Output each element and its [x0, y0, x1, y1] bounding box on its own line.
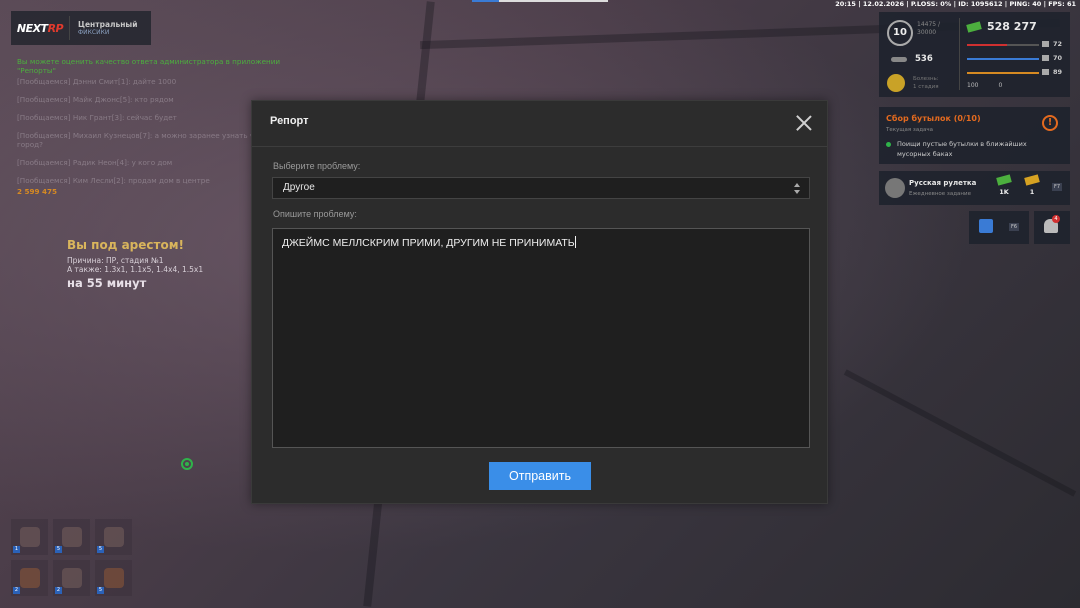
cash-icon [966, 20, 982, 33]
illness-status: Болезнь: 1 стадия [887, 74, 939, 92]
problem-label: Выберите проблему: [273, 161, 361, 171]
server-logo: NEXTRP Центральный ФИКСИКИ [11, 11, 151, 45]
chat-line: [Пообщаемся] Радик Неон[4]: у кого дом [17, 158, 173, 167]
hunger-bar [967, 58, 1039, 60]
send-button[interactable]: Отправить [489, 462, 591, 490]
problem-select[interactable]: Другое [272, 177, 810, 199]
car-icon [891, 56, 907, 62]
task-title: Сбор бутылок (0/10) [886, 114, 981, 123]
calendar-icon [979, 219, 993, 233]
inventory-slot[interactable]: 1 [11, 519, 48, 555]
hunger-value: 70 [1041, 54, 1062, 62]
server-sub: ФИКСИКИ [78, 29, 110, 36]
stamina-bar [967, 72, 1039, 74]
health-value: 72 [1041, 40, 1062, 48]
alert-icon: ! [1042, 115, 1058, 131]
server-name: Центральный [78, 20, 138, 29]
health-bar [967, 44, 1039, 46]
problem-select-value: Другое [283, 182, 315, 193]
task-description: Поищи пустые бутылки в ближайших мусорны… [886, 139, 1057, 159]
chat-line: [Пообщаемся] Ким Лесли[2]: продам дом в … [17, 176, 210, 185]
current-task-panel[interactable]: Сбор бутылок (0/10) Текущая задача Поищи… [879, 107, 1070, 164]
problem-description-text: ДЖЕЙМС МЕЛЛСКРИМ ПРИМИ, ДРУГИМ НЕ ПРИНИМ… [282, 237, 575, 249]
inventory-slot[interactable]: 5 [95, 519, 132, 555]
task-subtitle: Текущая задача [886, 127, 934, 133]
chat-line: 2 599 475 [17, 187, 58, 196]
stamina-value: 89 [1041, 68, 1062, 76]
text-caret [574, 236, 576, 248]
notification-badge: 4 [1052, 215, 1060, 223]
prize-money: 1K [994, 174, 1014, 196]
inventory-slot[interactable]: 2 [11, 560, 48, 596]
chat-line: [Пообщаемся] Михаил Кузнецов[7]: а можно… [17, 131, 274, 149]
inventory-slot[interactable]: 5 [95, 560, 132, 596]
armor-value: 100 [967, 82, 979, 89]
arrest-notice: Вы под арестом! Причина: ПР, стадия №1 А… [67, 238, 203, 290]
heartbeat-icon [1041, 41, 1049, 47]
ticket-icon [1024, 174, 1040, 186]
prize-ticket: 1 [1022, 174, 1042, 196]
world-beam [843, 369, 1077, 497]
map-marker-icon [181, 458, 193, 470]
dialog-header: Репорт [252, 101, 827, 147]
chat-line: [Пообщаемся] Дэнни Смит[1]: дайте 1000 [17, 77, 177, 86]
arrest-reason: Причина: ПР, стадия №1 [67, 256, 164, 265]
problem-description-input[interactable]: ДЖЕЙМС МЕЛЛСКРИМ ПРИМИ, ДРУГИМ НЕ ПРИНИМ… [272, 228, 810, 448]
close-icon[interactable] [795, 114, 813, 132]
chat-line: Вы можете оценить качество ответа админи… [17, 57, 281, 75]
xp-counter: 14475 /30000 [917, 21, 941, 36]
report-dialog: Репорт Выберите проблему: Другое Опишите… [251, 100, 828, 504]
strength-icon [1041, 69, 1049, 75]
brand-logo: NEXTRP [16, 21, 64, 35]
arrest-duration: на 55 минут [67, 276, 147, 290]
roulette-title: Русская рулетка [909, 179, 977, 187]
roulette-icon [885, 178, 905, 198]
daily-task-panel[interactable]: Русская рулетка Ежедневное задание 1K 1 … [879, 171, 1070, 205]
inventory-slot[interactable]: 2 [53, 560, 90, 596]
roulette-subtitle: Ежедневное задание [909, 191, 971, 197]
money-display: 528 277 [966, 20, 1037, 33]
notifications-button[interactable]: 4 [1034, 211, 1070, 244]
describe-label: Опишите проблему: [273, 209, 357, 219]
hotkey-label: F6 [1009, 223, 1020, 231]
chat-log: Вы можете оценить качество ответа админи… [17, 57, 282, 205]
chat-line: [Пообщаемся] Майк Джонс[5]: кто рядом [17, 95, 174, 104]
server-label: Центральный ФИКСИКИ [69, 16, 137, 40]
select-arrows-icon [794, 183, 801, 195]
top-progress-bar [472, 0, 608, 2]
divider [959, 18, 960, 90]
cash-icon [996, 174, 1012, 186]
player-stats-panel: 10 14475 /30000 528 277 536 Болезнь: 1 ст… [879, 12, 1070, 97]
extra-stats: 100 0 [967, 82, 1002, 89]
dialog-title: Репорт [270, 115, 309, 127]
inventory-slot[interactable]: 5 [53, 519, 90, 555]
skull-icon [887, 74, 905, 92]
shield-value: 0 [998, 82, 1003, 89]
level-badge: 10 [887, 20, 913, 46]
food-icon [1041, 55, 1049, 61]
hotkey-label: F7 [1052, 183, 1063, 191]
cars-counter: 536 [891, 54, 933, 64]
arrest-title: Вы под арестом! [67, 238, 184, 252]
chat-line: [Пообщаемся] Ник Грант[3]: сейчас будет [17, 113, 177, 122]
quick-inventory: 1 5 5 2 2 5 [11, 519, 132, 596]
calendar-button[interactable]: F6 [969, 211, 1029, 244]
status-bar: 20:15 | 12.02.2026 | P.LOSS: 0% | ID: 10… [835, 0, 1076, 8]
arrest-also: А также: 1.3x1, 1.1x5, 1.4x4, 1.5x1 [67, 265, 204, 274]
